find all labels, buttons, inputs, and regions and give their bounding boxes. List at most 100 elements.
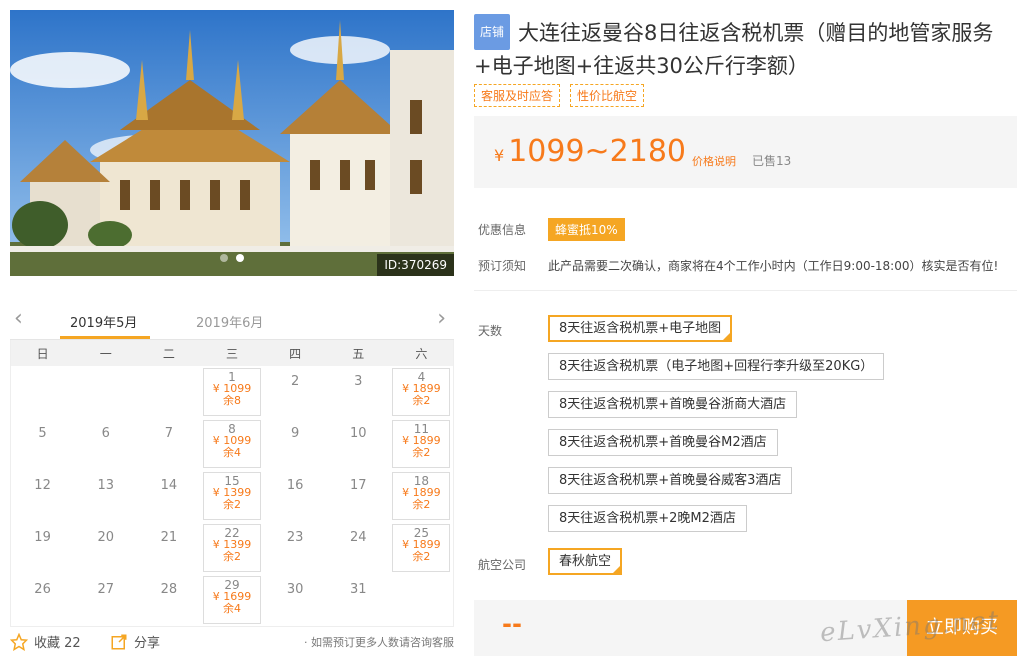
- calendar-cell: 13: [74, 470, 137, 522]
- selected-price: --: [502, 610, 522, 638]
- weekday-label: 四: [263, 340, 327, 366]
- date-number: 23: [286, 530, 304, 545]
- date-number: 10: [350, 426, 367, 441]
- share-icon: [111, 634, 127, 649]
- image-id-label: ID:370269: [377, 254, 454, 276]
- date-number: 12: [34, 478, 51, 493]
- day-option[interactable]: 8天往返含税机票+首晚曼谷M2酒店: [548, 429, 778, 456]
- date-number: 21: [160, 530, 178, 545]
- product-title: 店铺 大连往返曼谷8日往返含税机票（赠目的地管家服务+电子地图+往返共30公斤行李…: [474, 14, 1014, 82]
- calendar-cell: 15 ¥ 1399 余2: [200, 470, 263, 522]
- day-option[interactable]: 8天往返含税机票+首晚曼谷浙商大酒店: [548, 391, 798, 418]
- product-title-text: 大连往返曼谷8日往返含税机票（赠目的地管家服务+电子地图+往返共30公斤行李额）: [474, 21, 994, 78]
- day-option[interactable]: 8天往返含税机票（电子地图+回程行李升级至20KG）: [548, 353, 885, 380]
- airline-option-selected[interactable]: 春秋航空: [548, 548, 623, 575]
- shop-badge[interactable]: 店铺: [474, 14, 511, 50]
- price-range-value: 1099~2180: [508, 134, 687, 169]
- date-number: 24: [350, 530, 367, 545]
- date-remaining: 余2: [222, 498, 241, 511]
- next-month-icon[interactable]: ›: [437, 308, 446, 330]
- share-button[interactable]: 分享: [110, 632, 160, 651]
- calendar-cell: 7: [137, 418, 200, 470]
- booking-label: 预订须知: [478, 259, 527, 273]
- date-number: [76, 368, 135, 374]
- date-number: 5: [38, 426, 47, 441]
- calendar-cell: 18 ¥ 1899 余2: [390, 470, 453, 522]
- date-number: 27: [97, 582, 114, 597]
- service-tags: 客服及时应答 性价比航空: [474, 84, 645, 107]
- available-date[interactable]: 8 ¥ 1099 余4: [202, 420, 261, 468]
- date-number: 20: [97, 530, 114, 545]
- calendar-week: 5 6 7 8 ¥ 1099 余4 9 10 11 ¥ 1899 余2: [11, 418, 453, 470]
- days-label: 天数: [478, 324, 503, 338]
- calendar-cell: 27: [74, 574, 137, 626]
- available-date[interactable]: 29 ¥ 1699 余4: [202, 576, 261, 624]
- star-icon: [10, 632, 28, 651]
- tab-month-june[interactable]: 2019年6月: [196, 312, 263, 331]
- available-date[interactable]: 1 ¥ 1099 余8: [202, 368, 261, 416]
- calendar-cell: [137, 366, 200, 418]
- price-panel: ¥ 1099~2180 价格说明 已售13: [474, 116, 1017, 188]
- date-number: [139, 368, 198, 374]
- calendar-cell: 9: [264, 418, 327, 470]
- date-number: 13: [97, 478, 114, 493]
- available-date[interactable]: 18 ¥ 1899 余2: [392, 472, 451, 520]
- weekday-header: 日一二三四五六: [11, 340, 453, 366]
- share-label: 分享: [134, 636, 161, 651]
- date-number: 28: [160, 582, 178, 597]
- weekday-label: 五: [326, 340, 390, 366]
- calendar-cell: 10: [327, 418, 390, 470]
- tab-month-may[interactable]: 2019年5月: [70, 312, 137, 331]
- available-date[interactable]: 25 ¥ 1899 余2: [392, 524, 451, 572]
- calendar-cell: 5: [11, 418, 74, 470]
- date-remaining: 余2: [412, 498, 431, 511]
- calendar-cell: 22 ¥ 1399 余2: [200, 522, 263, 574]
- date-number: 14: [160, 478, 178, 493]
- available-date[interactable]: 15 ¥ 1399 余2: [202, 472, 261, 520]
- day-option-selected[interactable]: 8天往返含税机票+电子地图: [548, 315, 733, 342]
- prev-month-icon[interactable]: ‹: [14, 308, 23, 330]
- date-number: 17: [350, 478, 367, 493]
- tag-value: 性价比航空: [570, 84, 645, 107]
- available-date[interactable]: 11 ¥ 1899 余2: [392, 420, 451, 468]
- calendar-cell: 12: [11, 470, 74, 522]
- calendar-cell: 29 ¥ 1699 余4: [200, 574, 263, 626]
- day-option[interactable]: 8天往返含税机票+首晚曼谷威客3酒店: [548, 467, 793, 494]
- slide-dot-active[interactable]: [236, 254, 244, 262]
- calendar-cell: 6: [74, 418, 137, 470]
- date-number: 9: [290, 426, 300, 441]
- booking-notice: 此产品需要二次确认，商家将在4个工作小时内（工作日9:00-18:00）核实是否…: [548, 259, 999, 273]
- image-footer: 收藏 22 分享 · 如需预订更多人数请咨询客服: [10, 630, 454, 654]
- calendar-cell: 11 ¥ 1899 余2: [390, 418, 453, 470]
- promo-badge: 蜂蜜抵10%: [548, 218, 625, 241]
- calendar-cell: [74, 366, 137, 418]
- date-number: [13, 368, 72, 374]
- date-number: 19: [34, 530, 51, 545]
- divider: [474, 290, 1017, 291]
- calendar-cell: 23: [264, 522, 327, 574]
- calendar-cell: 31: [327, 574, 390, 626]
- weekday-label: 二: [137, 340, 201, 366]
- tag-service: 客服及时应答: [474, 84, 561, 107]
- favorite-button[interactable]: 收藏 22: [10, 632, 81, 651]
- price-note-link[interactable]: 价格说明: [692, 153, 736, 169]
- price-calendar: ‹ 2019年5月 2019年6月 › 日一二三四五六 1 ¥ 1099 余8 2 3 4…: [10, 300, 454, 627]
- calendar-cell: 20: [74, 522, 137, 574]
- product-header: 店铺 大连往返曼谷8日往返含税机票（赠目的地管家服务+电子地图+往返共30公斤行李…: [474, 14, 1014, 82]
- consult-note: · 如需预订更多人数请咨询客服: [304, 636, 454, 649]
- available-date[interactable]: 4 ¥ 1899 余2: [392, 368, 451, 416]
- date-number: 30: [286, 582, 304, 597]
- day-option[interactable]: 8天往返含税机票+2晚M2酒店: [548, 505, 747, 532]
- weekday-label: 一: [74, 340, 138, 366]
- date-number: 31: [350, 582, 367, 597]
- favorite-label: 收藏 22: [34, 636, 81, 651]
- calendar-cell: 16: [264, 470, 327, 522]
- available-date[interactable]: 22 ¥ 1399 余2: [202, 524, 261, 572]
- hero-image[interactable]: ID:370269: [10, 10, 454, 276]
- currency-symbol: ¥: [494, 146, 505, 165]
- slide-dot[interactable]: [220, 254, 228, 262]
- date-remaining: 余2: [222, 550, 241, 563]
- active-month-indicator: [60, 336, 150, 339]
- temple-photo: [10, 10, 454, 276]
- date-remaining: 余2: [412, 550, 431, 563]
